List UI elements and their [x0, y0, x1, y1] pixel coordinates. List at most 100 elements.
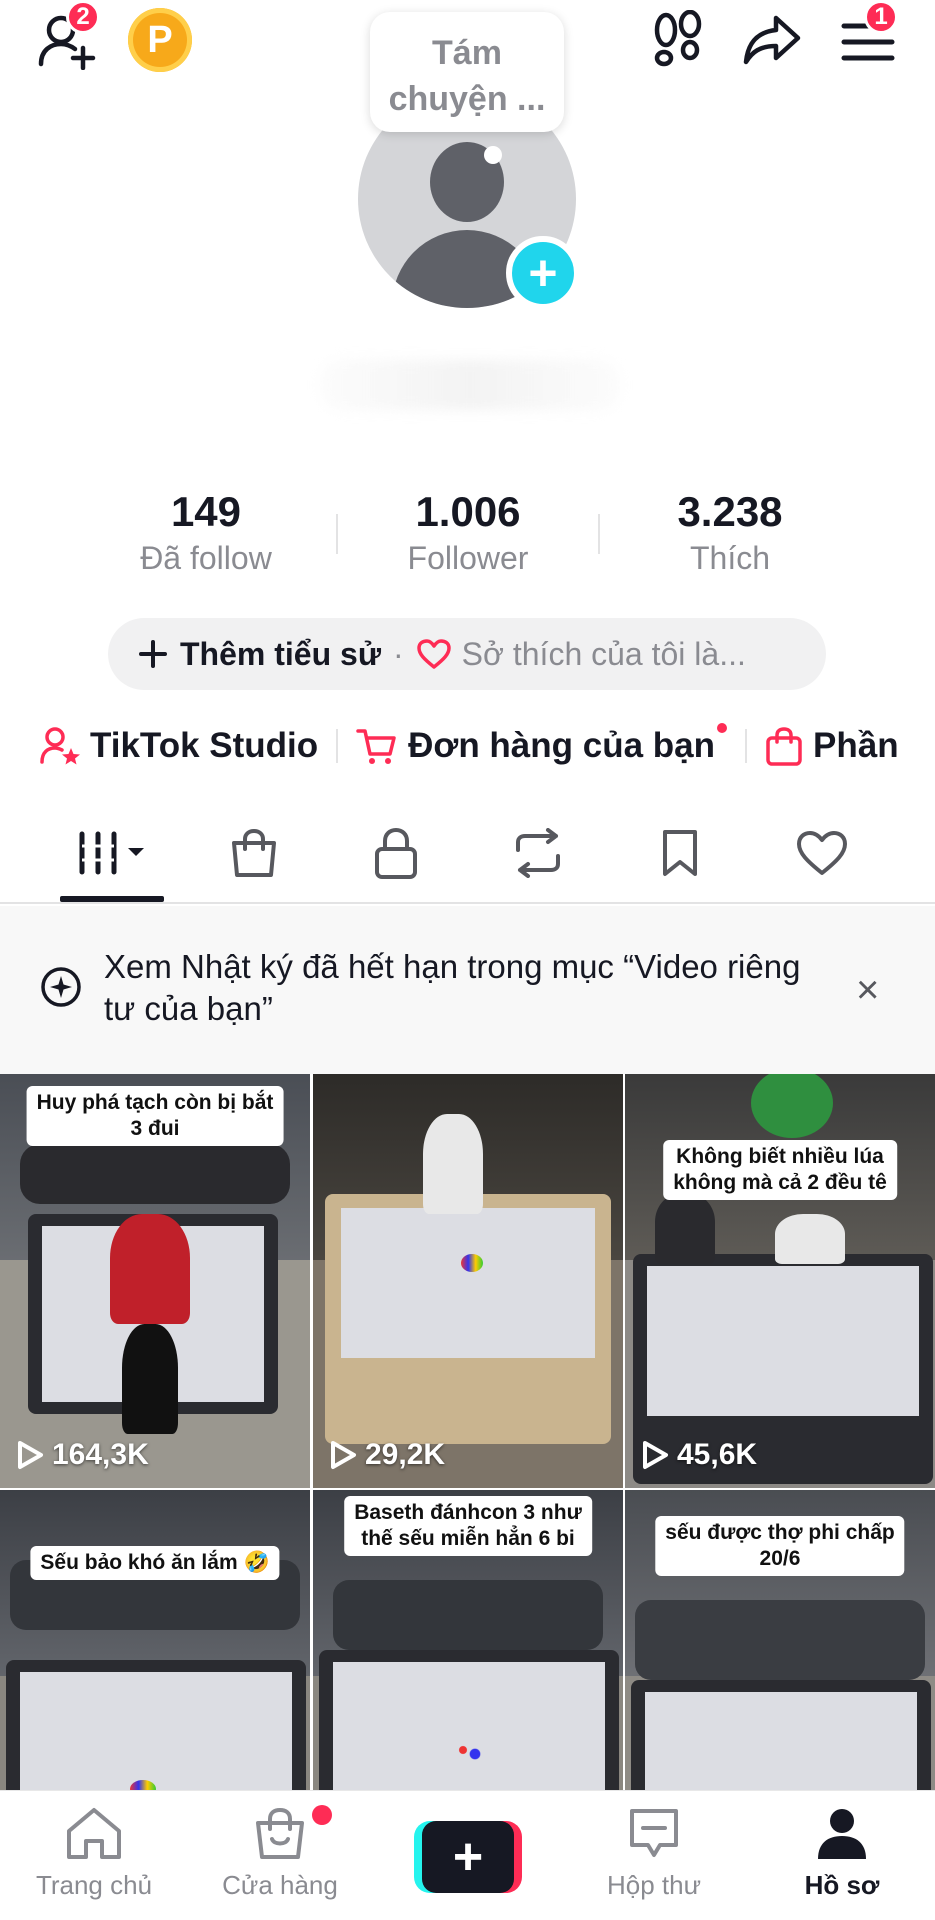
video-caption: sếu được thợ phi chấp 20/6	[655, 1516, 905, 1576]
bubble-tail	[484, 146, 502, 164]
play-icon	[331, 1441, 356, 1469]
sparkle-icon	[41, 967, 81, 1007]
create-button[interactable]: +	[414, 1821, 522, 1893]
bottom-nav: Trang chủ Cửa hàng + Hộp thư Hồ sơ	[0, 1790, 935, 1920]
ball-rack	[461, 1254, 483, 1272]
profile-tabs	[0, 800, 935, 904]
video-caption: Baseth đánhcon 3 như thế sếu miễn hẳn 6 …	[344, 1496, 592, 1556]
stat-following-value: 149	[170, 488, 242, 535]
link-divider	[745, 729, 748, 763]
view-count-value: 45,6K	[677, 1438, 758, 1471]
avatar-note-bubble[interactable]: Tám chuyện ...	[370, 12, 564, 132]
bubble-text: Tám chuyện ...	[388, 34, 546, 118]
table-felt	[341, 1208, 595, 1358]
video-caption: Sếu bảo khó ăn lắm 🤣	[30, 1546, 280, 1580]
nav-profile[interactable]: Hồ sơ	[762, 1805, 922, 1901]
plus-icon	[139, 640, 167, 668]
notice-text: Xem Nhật ký đã hết hạn trong mục “Video …	[104, 948, 801, 1027]
hobby-placeholder: Sở thích của tôi là...	[461, 635, 746, 672]
grid-icon	[79, 831, 144, 875]
hobby-button[interactable]: Sở thích của tôi là...	[416, 636, 746, 673]
spectator	[655, 1194, 715, 1264]
repost-icon	[516, 828, 560, 878]
tab-reposts[interactable]	[478, 818, 598, 888]
stat-following[interactable]: 149 Đã follow	[96, 486, 316, 578]
heart-icon	[416, 639, 451, 669]
person-star-icon	[40, 727, 80, 765]
menu-badge: 1	[864, 0, 898, 34]
view-count: 164,3K	[16, 1438, 149, 1472]
video-caption: Không biết nhiều lúa không mà cả 2 đều t…	[663, 1140, 897, 1200]
table-felt	[647, 1266, 919, 1416]
stat-likes-value: 3.238	[677, 488, 783, 535]
scattered-balls	[433, 1730, 493, 1770]
coin-icon[interactable]: P	[128, 8, 192, 72]
tab-videos[interactable]	[52, 818, 172, 888]
nav-profile-label: Hồ sơ	[804, 1870, 880, 1900]
nav-inbox[interactable]: Hộp thư	[574, 1805, 734, 1901]
pool-table	[325, 1194, 611, 1444]
stat-likes-label: Thích	[689, 540, 771, 576]
play-icon	[18, 1441, 43, 1469]
view-count: 45,6K	[641, 1438, 757, 1472]
tiktok-studio-link[interactable]: TikTok Studio	[40, 726, 318, 766]
share-profile-button[interactable]	[740, 8, 804, 72]
stat-following-label: Đã follow	[140, 540, 272, 576]
tab-saved[interactable]	[620, 818, 740, 888]
bio-pill: Thêm tiểu sử · Sở thích của tôi là...	[108, 618, 826, 690]
home-icon	[67, 1808, 121, 1859]
play-icon	[643, 1441, 668, 1469]
video-caption: Huy phá tạch còn bị bắt 3 đui	[26, 1086, 284, 1146]
nav-home[interactable]: Trang chủ	[14, 1805, 174, 1901]
nav-home-label: Trang chủ	[35, 1870, 153, 1900]
cart-icon	[356, 729, 396, 764]
shopping-bag-icon	[766, 727, 802, 766]
stat-divider	[336, 514, 338, 554]
video-scene	[313, 1074, 623, 1488]
bio-separator: ·	[392, 635, 404, 672]
player-figure	[775, 1214, 845, 1264]
video-thumbnail[interactable]: Huy phá tạch còn bị bắt 3 đui 164,3K	[0, 1074, 310, 1488]
username-blurred	[320, 360, 620, 410]
stat-likes[interactable]: 3.238 Thích	[620, 486, 840, 578]
video-scene	[625, 1074, 935, 1488]
heart-icon	[797, 831, 847, 875]
tab-liked[interactable]	[762, 818, 882, 888]
orders-label: Đơn hàng của bạn	[408, 726, 716, 765]
orders-notification-dot	[717, 723, 728, 733]
add-bio-button[interactable]: Thêm tiểu sử	[138, 636, 381, 673]
crowd	[635, 1600, 925, 1680]
lock-icon	[375, 827, 417, 879]
view-count-value: 164,3K	[52, 1438, 149, 1471]
nav-shop[interactable]: Cửa hàng	[200, 1805, 360, 1901]
stat-divider	[598, 514, 600, 554]
rewards-link[interactable]: Phần	[765, 726, 899, 766]
close-notice-button[interactable]: ×	[856, 968, 879, 1013]
tab-shop[interactable]	[194, 818, 314, 888]
view-count: 29,2K	[329, 1438, 445, 1472]
add-avatar-button[interactable]: +	[506, 236, 580, 310]
stat-followers[interactable]: 1.006 Follower	[358, 486, 578, 578]
player-figure	[423, 1114, 483, 1214]
tab-private[interactable]	[336, 818, 456, 888]
profile-icon	[818, 1809, 866, 1859]
crowd	[333, 1580, 603, 1650]
nav-shop-label: Cửa hàng	[222, 1870, 338, 1900]
add-friend-badge: 2	[66, 0, 100, 34]
footprints-icon	[654, 10, 702, 67]
share-icon	[743, 15, 801, 65]
link-divider	[336, 729, 339, 763]
inbox-icon	[630, 1809, 678, 1857]
tiktok-studio-label: TikTok Studio	[90, 726, 319, 765]
orders-link[interactable]: Đơn hàng của bạn	[356, 723, 728, 766]
quick-links: TikTok Studio Đơn hàng của bạn Phần	[40, 716, 899, 776]
rewards-label: Phần	[813, 726, 899, 765]
video-thumbnail[interactable]: Không biết nhiều lúa không mà cả 2 đều t…	[625, 1074, 935, 1488]
stat-followers-label: Follower	[407, 540, 529, 576]
video-thumbnail[interactable]: 29,2K	[313, 1074, 623, 1488]
add-bio-label: Thêm tiểu sử	[180, 635, 381, 672]
expired-stories-notice[interactable]: Xem Nhật ký đã hết hạn trong mục “Video …	[0, 906, 935, 1074]
player-legs	[122, 1324, 178, 1434]
player-figure	[110, 1214, 190, 1324]
footprints-button[interactable]	[648, 8, 708, 72]
